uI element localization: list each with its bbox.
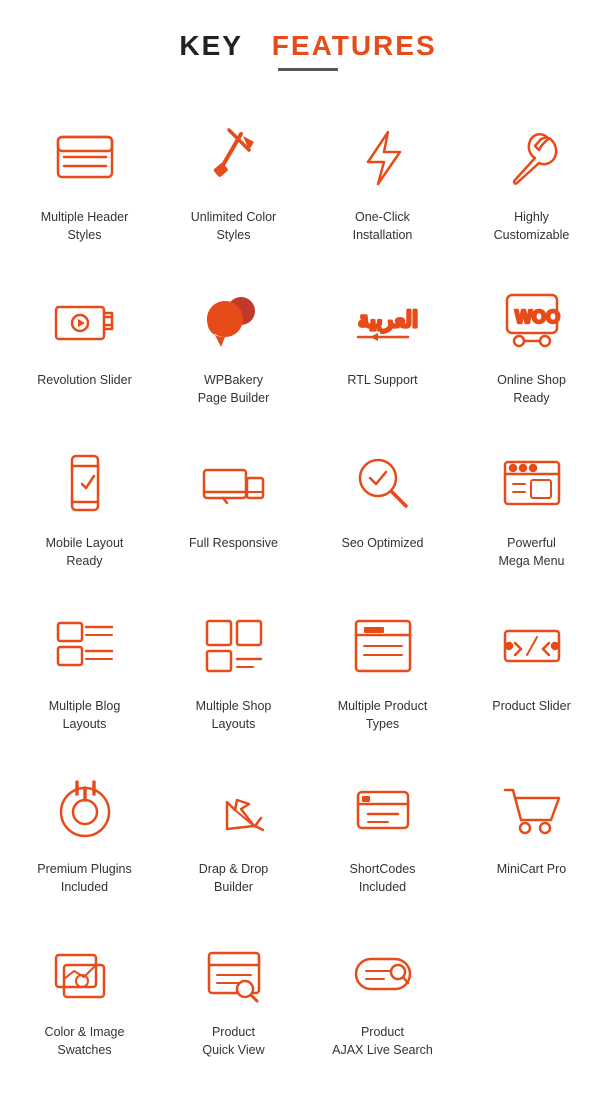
slider-icon (45, 280, 125, 360)
feature-drag-drop-builder: Drap & DropBuilder (159, 751, 308, 914)
code-icon (492, 606, 572, 686)
feature-revolution-slider: Revolution Slider (10, 262, 159, 425)
feature-label: Premium PluginsIncluded (37, 861, 131, 896)
feature-label: Full Responsive (189, 535, 278, 553)
shortcode-icon (343, 769, 423, 849)
feature-shortcodes-included: ShortCodesIncluded (308, 751, 457, 914)
feature-seo-optimized: Seo Optimized (308, 425, 457, 588)
feature-powerful-mega-menu: PowerfulMega Menu (457, 425, 606, 588)
rtl-icon: العربية (343, 280, 423, 360)
feature-label: Multiple HeaderStyles (41, 209, 129, 244)
dragdrop-icon (194, 769, 274, 849)
feature-full-responsive: Full Responsive (159, 425, 308, 588)
feature-label: Product Slider (492, 698, 571, 716)
feature-multiple-header-styles: Multiple HeaderStyles (10, 99, 159, 262)
seo-icon (343, 443, 423, 523)
features-grid: Multiple HeaderStyles Unlimited ColorSty… (10, 99, 606, 1077)
plugin-icon (45, 769, 125, 849)
feature-multiple-product-types: Multiple ProductTypes (308, 588, 457, 751)
svg-text:WOO: WOO (515, 307, 560, 327)
feature-wpbakery-page-builder: WPBakeryPage Builder (159, 262, 308, 425)
feature-label: Color & ImageSwatches (45, 1024, 125, 1059)
feature-label: Revolution Slider (37, 372, 132, 390)
feature-label: ShortCodesIncluded (349, 861, 415, 896)
feature-label: MiniCart Pro (497, 861, 566, 879)
feature-label: Multiple BlogLayouts (49, 698, 121, 733)
shoplayout-icon (194, 606, 274, 686)
chat-icon (194, 280, 274, 360)
cart-icon (492, 769, 572, 849)
wrench-icon (492, 117, 572, 197)
feature-label: ProductAJAX Live Search (332, 1024, 433, 1059)
feature-highly-customizable: HighlyCustomizable (457, 99, 606, 262)
feature-product-ajax-live-search: ProductAJAX Live Search (308, 914, 457, 1077)
feature-rtl-support: العربية RTL Support (308, 262, 457, 425)
feature-multiple-blog-layouts: Multiple BlogLayouts (10, 588, 159, 751)
bloglayout-icon (45, 606, 125, 686)
feature-label: Online ShopReady (497, 372, 566, 407)
feature-label: Multiple ShopLayouts (196, 698, 272, 733)
svg-text:العربية: العربية (358, 307, 418, 333)
mobile-icon (45, 443, 125, 523)
ajaxsearch-icon (343, 932, 423, 1012)
feature-unlimited-color-styles: Unlimited ColorStyles (159, 99, 308, 262)
feature-premium-plugins-included: Premium PluginsIncluded (10, 751, 159, 914)
feature-online-shop-ready: WOO Online ShopReady (457, 262, 606, 425)
page-container: KEY FEATURES Multiple HeaderStyles (0, 0, 616, 1097)
feature-label: One-ClickInstallation (353, 209, 413, 244)
header-icon (45, 117, 125, 197)
feature-product-quick-view: ProductQuick View (159, 914, 308, 1077)
bolt-icon (343, 117, 423, 197)
page-title: KEY FEATURES (10, 30, 606, 62)
feature-minicart-pro: MiniCart Pro (457, 751, 606, 914)
feature-label: RTL Support (347, 372, 417, 390)
feature-label: WPBakeryPage Builder (198, 372, 270, 407)
responsive-icon (194, 443, 274, 523)
feature-label: Mobile LayoutReady (46, 535, 124, 570)
feature-label: HighlyCustomizable (494, 209, 570, 244)
feature-multiple-shop-layouts: Multiple ShopLayouts (159, 588, 308, 751)
paint-icon (194, 117, 274, 197)
feature-one-click-installation: One-ClickInstallation (308, 99, 457, 262)
woo-icon: WOO (492, 280, 572, 360)
feature-product-slider: Product Slider (457, 588, 606, 751)
swatches-icon (45, 932, 125, 1012)
feature-label: Unlimited ColorStyles (191, 209, 276, 244)
megamenu-icon (492, 443, 572, 523)
feature-color-image-swatches: Color & ImageSwatches (10, 914, 159, 1077)
feature-mobile-layout-ready: Mobile LayoutReady (10, 425, 159, 588)
feature-label: ProductQuick View (202, 1024, 264, 1059)
producttypes-icon (343, 606, 423, 686)
quickview-icon (194, 932, 274, 1012)
feature-label: Multiple ProductTypes (338, 698, 428, 733)
feature-label: PowerfulMega Menu (498, 535, 564, 570)
feature-label: Seo Optimized (342, 535, 424, 553)
feature-label: Drap & DropBuilder (199, 861, 268, 896)
title-underline (278, 68, 338, 71)
